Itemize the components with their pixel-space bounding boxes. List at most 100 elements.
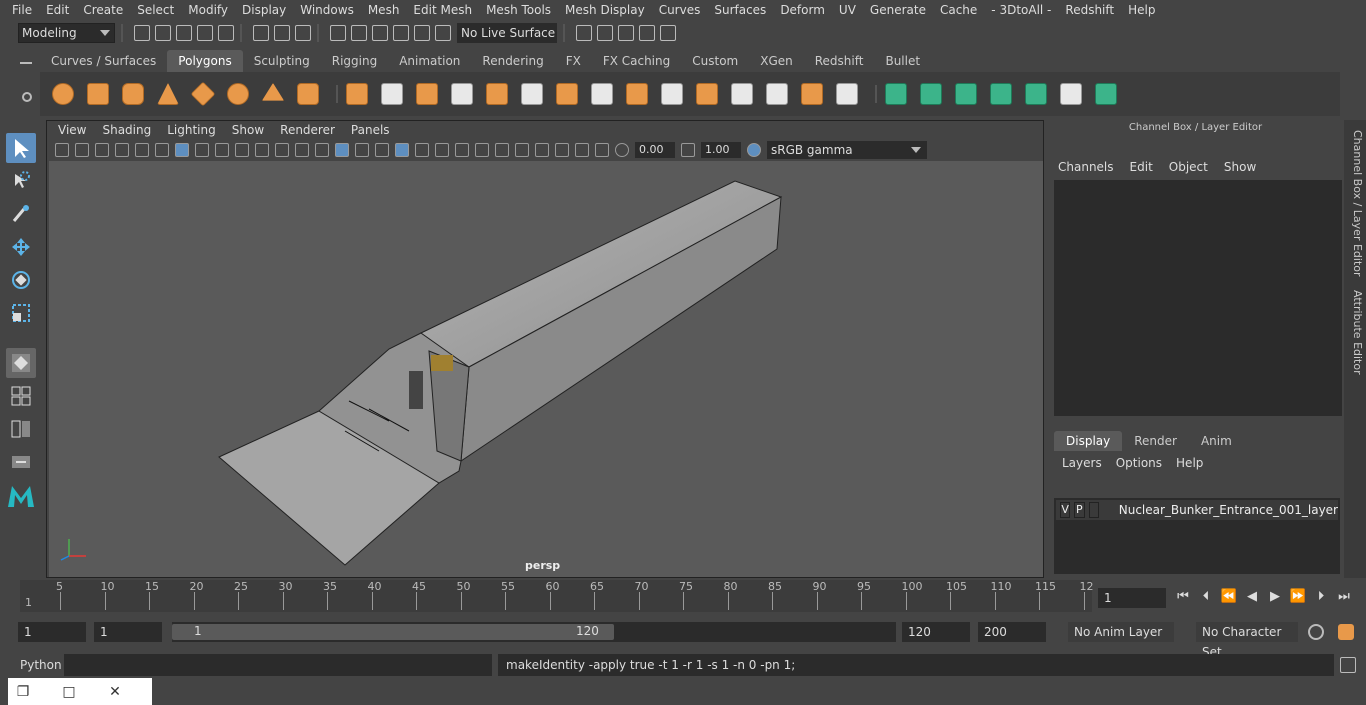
exposure-field[interactable]: 0.00 bbox=[635, 142, 675, 158]
poly-cube-icon[interactable] bbox=[85, 81, 111, 107]
panel-menu-shading[interactable]: Shading bbox=[94, 123, 159, 137]
snap-pivot-icon[interactable] bbox=[435, 25, 451, 41]
panel-menu-lighting[interactable]: Lighting bbox=[159, 123, 224, 137]
undo-icon[interactable] bbox=[197, 25, 213, 41]
gear-icon[interactable] bbox=[22, 92, 32, 102]
menu-curves[interactable]: Curves bbox=[652, 3, 708, 17]
tab-polygons[interactable]: Polygons bbox=[167, 50, 243, 72]
bridge-icon[interactable] bbox=[519, 81, 545, 107]
save-scene-icon[interactable] bbox=[176, 25, 192, 41]
camera-attributes-icon[interactable] bbox=[75, 143, 89, 157]
fill-hole-icon[interactable] bbox=[729, 81, 755, 107]
panel-menu-show[interactable]: Show bbox=[224, 123, 272, 137]
snap-surface-icon[interactable] bbox=[414, 25, 430, 41]
menu-select[interactable]: Select bbox=[130, 3, 181, 17]
automatic-uv-icon[interactable] bbox=[988, 81, 1014, 107]
shadows-icon[interactable] bbox=[435, 143, 449, 157]
target-weld-icon[interactable] bbox=[659, 81, 685, 107]
menu-layers[interactable]: Layers bbox=[1062, 456, 1102, 470]
menu-object[interactable]: Object bbox=[1169, 160, 1208, 174]
tab-display[interactable]: Display bbox=[1054, 431, 1123, 451]
layout-single-icon[interactable] bbox=[6, 348, 36, 378]
select-hierarchy-icon[interactable] bbox=[253, 25, 269, 41]
anim-start-field[interactable]: 1 bbox=[18, 622, 86, 642]
anti-aliasing-icon[interactable] bbox=[495, 143, 509, 157]
panel-menu-renderer[interactable]: Renderer bbox=[272, 123, 343, 137]
range-slider-handle[interactable] bbox=[172, 624, 614, 640]
menu-mesh-tools[interactable]: Mesh Tools bbox=[479, 3, 558, 17]
menu-redshift[interactable]: Redshift bbox=[1058, 3, 1121, 17]
tab-rendering[interactable]: Rendering bbox=[471, 50, 554, 72]
menu-deform[interactable]: Deform bbox=[773, 3, 832, 17]
menu-edit-mesh[interactable]: Edit Mesh bbox=[406, 3, 479, 17]
menu-surfaces[interactable]: Surfaces bbox=[707, 3, 773, 17]
grid-icon[interactable] bbox=[175, 143, 189, 157]
poly-pipe-icon[interactable] bbox=[295, 81, 321, 107]
side-tab-channel-box[interactable]: Channel Box / Layer Editor bbox=[1346, 130, 1364, 277]
layer-color-swatch[interactable] bbox=[1088, 502, 1099, 518]
menu-cb-edit[interactable]: Edit bbox=[1130, 160, 1153, 174]
menu-create[interactable]: Create bbox=[76, 3, 130, 17]
redo-icon[interactable] bbox=[218, 25, 234, 41]
tab-redshift[interactable]: Redshift bbox=[804, 50, 875, 72]
spherical-uv-icon[interactable] bbox=[953, 81, 979, 107]
mirror-icon[interactable] bbox=[414, 81, 440, 107]
gamma-field[interactable]: 1.00 bbox=[701, 142, 741, 158]
tab-anim[interactable]: Anim bbox=[1189, 431, 1244, 451]
menu-3dtoall[interactable]: - 3DtoAll - bbox=[984, 3, 1058, 17]
resolution-gate-icon[interactable] bbox=[215, 143, 229, 157]
paint-select-icon[interactable] bbox=[6, 199, 36, 229]
bookmark-icon[interactable] bbox=[95, 143, 109, 157]
menu-generate[interactable]: Generate bbox=[863, 3, 933, 17]
step-back-key-icon[interactable]: ⏪ bbox=[1220, 588, 1238, 606]
menu-cb-show[interactable]: Show bbox=[1224, 160, 1256, 174]
wireframe-icon[interactable] bbox=[315, 143, 329, 157]
tab-sculpting[interactable]: Sculpting bbox=[243, 50, 321, 72]
tab-animation[interactable]: Animation bbox=[388, 50, 471, 72]
layer-name[interactable]: Nuclear_Bunker_Entrance_001_layer bbox=[1119, 503, 1338, 517]
render-frame-icon[interactable] bbox=[597, 25, 613, 41]
move-tool-icon[interactable] bbox=[6, 232, 36, 262]
lasso-tool-icon[interactable] bbox=[6, 166, 36, 196]
menu-mesh-display[interactable]: Mesh Display bbox=[558, 3, 652, 17]
motion-blur-icon[interactable] bbox=[475, 143, 489, 157]
field-chart-icon[interactable] bbox=[255, 143, 269, 157]
wireframe-on-shaded-icon[interactable] bbox=[355, 143, 369, 157]
xray-components-icon[interactable] bbox=[595, 143, 609, 157]
safe-action-icon[interactable] bbox=[275, 143, 289, 157]
unfold-uv-icon[interactable] bbox=[1023, 81, 1049, 107]
checker-uv-icon[interactable] bbox=[1058, 81, 1084, 107]
character-set-select[interactable]: No Character Set bbox=[1196, 622, 1298, 659]
layout-outliner-icon[interactable] bbox=[6, 414, 36, 444]
2d-pan-zoom-icon[interactable] bbox=[135, 143, 149, 157]
render-settings-icon[interactable] bbox=[576, 25, 592, 41]
smooth-icon[interactable] bbox=[449, 81, 475, 107]
tab-fx[interactable]: FX bbox=[555, 50, 592, 72]
poly-cone-icon[interactable] bbox=[155, 81, 181, 107]
play-backward-icon[interactable]: ◀ bbox=[1243, 588, 1261, 606]
screen-space-ao-icon[interactable] bbox=[455, 143, 469, 157]
mode-selector[interactable]: Modeling bbox=[18, 23, 115, 43]
close-icon[interactable]: ✕ bbox=[100, 684, 130, 700]
maximize-window-icon[interactable]: □ bbox=[54, 684, 84, 700]
snap-grid-icon[interactable] bbox=[330, 25, 346, 41]
range-slider[interactable]: 1 120 bbox=[172, 622, 896, 642]
smooth-shade-icon[interactable] bbox=[335, 143, 349, 157]
tab-render[interactable]: Render bbox=[1122, 431, 1189, 451]
poly-pyramid-icon[interactable] bbox=[260, 81, 286, 107]
menu-help[interactable]: Help bbox=[1121, 3, 1162, 17]
snap-view-icon[interactable] bbox=[393, 25, 409, 41]
menu-edit[interactable]: Edit bbox=[39, 3, 76, 17]
snap-curve-icon[interactable] bbox=[351, 25, 367, 41]
exposure-icon[interactable] bbox=[615, 143, 629, 157]
poly-plane-icon[interactable] bbox=[190, 81, 216, 107]
combine-icon[interactable] bbox=[344, 81, 370, 107]
layout-graph-icon[interactable] bbox=[6, 447, 36, 477]
tab-bullet[interactable]: Bullet bbox=[874, 50, 931, 72]
xray-icon[interactable] bbox=[555, 143, 569, 157]
multi-cut-icon[interactable] bbox=[589, 81, 615, 107]
auto-key-icon[interactable] bbox=[1308, 624, 1324, 640]
bevel-icon[interactable] bbox=[554, 81, 580, 107]
tab-curves-surfaces[interactable]: Curves / Surfaces bbox=[40, 50, 167, 72]
side-tab-attribute-editor[interactable]: Attribute Editor bbox=[1346, 290, 1364, 375]
